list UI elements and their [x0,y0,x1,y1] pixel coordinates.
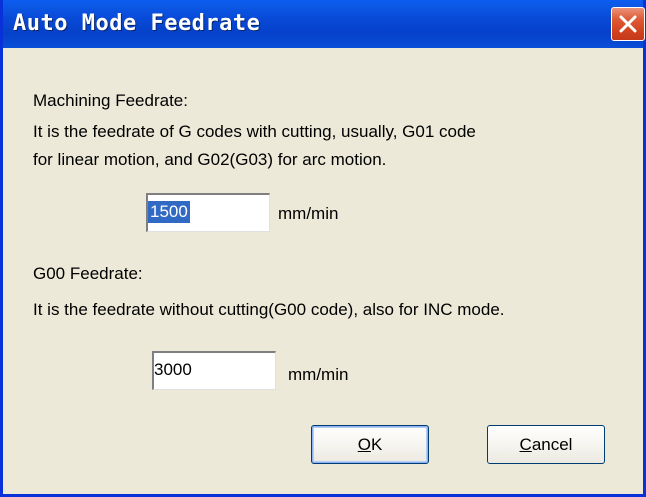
machining-feedrate-heading: Machining Feedrate: [33,91,188,110]
machining-feedrate-description-2: for linear motion, and G02(G03) for arc … [33,150,387,169]
close-icon [619,15,637,33]
machining-feedrate-unit: mm/min [278,204,339,223]
window-title: Auto Mode Feedrate [13,11,261,36]
ok-mnemonic: O [357,435,371,454]
close-button[interactable] [611,7,645,41]
ok-button[interactable]: OK [311,425,429,464]
cancel-label: ancel [531,435,573,454]
g00-feedrate-description: It is the feedrate without cutting(G00 c… [33,300,505,319]
cancel-button[interactable]: Cancel [487,425,605,464]
machining-feedrate-value: 1500 [148,201,190,223]
dialog-body: Machining Feedrate: It is the feedrate o… [3,48,643,494]
g00-feedrate-input[interactable]: 3000 [152,351,276,390]
machining-feedrate-description-1: It is the feedrate of G codes with cutti… [33,122,476,141]
ok-label: K [370,435,383,454]
g00-feedrate-heading: G00 Feedrate: [33,264,143,283]
cancel-mnemonic: C [519,435,532,454]
g00-feedrate-unit: mm/min [288,365,349,384]
machining-feedrate-input[interactable]: 1500 [146,193,270,232]
title-bar[interactable]: Auto Mode Feedrate [3,0,645,48]
g00-feedrate-value: 3000 [154,360,192,379]
dialog-window: Auto Mode Feedrate Machining Feedrate: I… [0,0,646,497]
